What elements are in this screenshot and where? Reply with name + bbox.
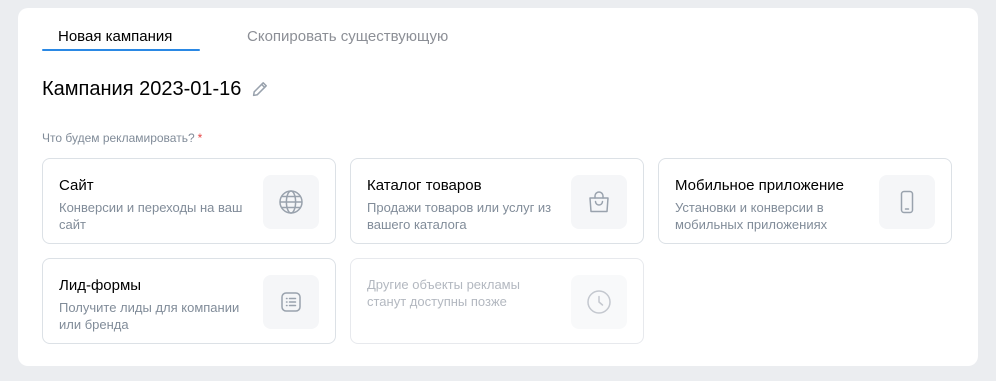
question-text: Что будем рекламировать? — [42, 131, 195, 145]
tab-new-campaign[interactable]: Новая кампания — [58, 28, 172, 45]
campaign-title-row: Кампания 2023-01-16 — [42, 76, 269, 102]
card-title: Лид-формы — [59, 277, 142, 294]
card-icon-box — [263, 275, 319, 329]
clock-icon — [586, 289, 612, 315]
form-list-icon — [278, 289, 304, 315]
card-icon-box — [879, 175, 935, 229]
campaign-type-panel: Новая кампания Скопировать существующую … — [18, 8, 978, 366]
option-card-lead-forms[interactable]: Лид-формы Получите лиды для компании или… — [42, 258, 336, 344]
card-icon-box — [571, 175, 627, 229]
option-card-coming-soon: Другие объекты рекламы станут доступны п… — [350, 258, 644, 344]
card-description: Получите лиды для компании или бренда — [59, 300, 240, 332]
required-mark: * — [197, 131, 203, 145]
option-card-site[interactable]: Сайт Конверсии и переходы на ваш сайт — [42, 158, 336, 244]
active-tab-indicator — [42, 49, 200, 51]
promotion-object-label: Что будем рекламировать? * — [42, 131, 202, 145]
card-title: Каталог товаров — [367, 177, 482, 194]
card-icon-box — [263, 175, 319, 229]
tab-copy-existing[interactable]: Скопировать существующую — [247, 28, 448, 45]
card-description: Конверсии и переходы на ваш сайт — [59, 200, 243, 232]
campaign-title: Кампания 2023-01-16 — [42, 77, 242, 100]
pencil-icon[interactable] — [251, 80, 269, 98]
card-title: Мобильное приложение — [675, 177, 844, 194]
card-title: Сайт — [59, 177, 94, 194]
smartphone-icon — [894, 189, 920, 215]
card-icon-box — [571, 275, 627, 329]
card-description: Другие объекты рекламы станут доступны п… — [367, 277, 520, 309]
card-description: Установки и конверсии в мобильных прилож… — [675, 200, 828, 232]
option-card-mobile-app[interactable]: Мобильное приложение Установки и конверс… — [658, 158, 952, 244]
shopping-bag-icon — [586, 189, 612, 215]
globe-icon — [278, 189, 304, 215]
card-description: Продажи товаров или услуг из вашего ката… — [367, 200, 552, 232]
option-card-catalog[interactable]: Каталог товаров Продажи товаров или услу… — [350, 158, 644, 244]
